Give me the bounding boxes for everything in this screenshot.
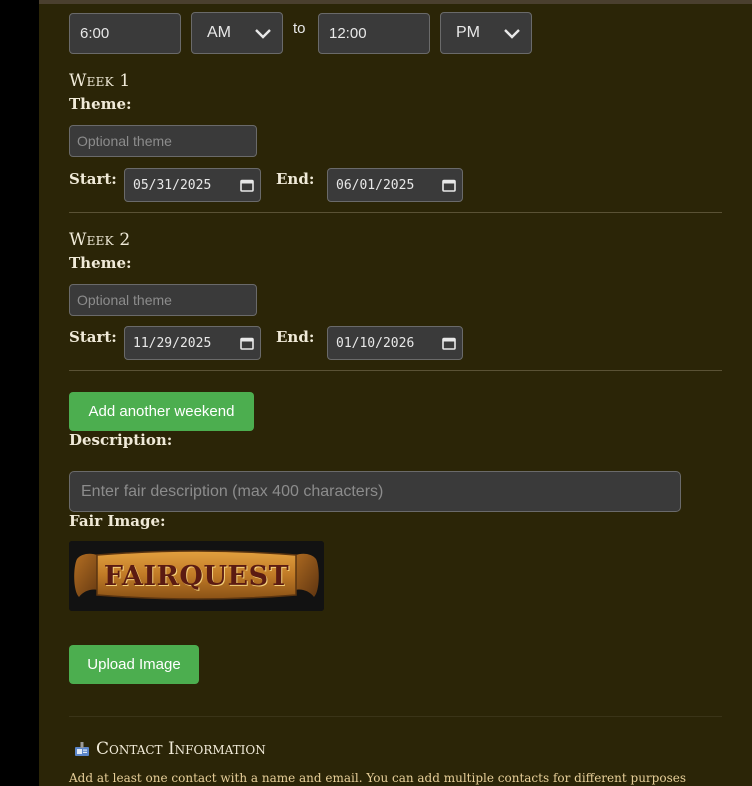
fair-image-preview: FAIRQUEST [69, 541, 324, 611]
week-2-start-date[interactable]: 11/29/2025 [124, 326, 261, 360]
week-2-end-date[interactable]: 01/10/2026 [327, 326, 463, 360]
end-time-value: 12:00 [329, 25, 367, 42]
chevron-down-icon [255, 29, 271, 39]
week-2-end-date-value: 01/10/2026 [336, 335, 415, 351]
start-period-select[interactable]: AM [191, 12, 283, 54]
fairquest-logo-text: FAIRQUEST [103, 560, 290, 592]
week-2-theme-label: Theme: [69, 254, 132, 272]
add-weekend-button-label: Add another weekend [88, 403, 235, 420]
chevron-down-icon [504, 29, 520, 39]
contact-section-description: Add at least one contact with a name and… [69, 771, 686, 785]
week-1-end-date[interactable]: 06/01/2025 [327, 168, 463, 202]
add-weekend-button[interactable]: Add another weekend [69, 392, 254, 431]
description-input[interactable]: Enter fair description (max 400 characte… [69, 471, 681, 512]
calendar-icon[interactable] [240, 178, 254, 192]
start-time-input[interactable]: 6:00 [69, 13, 181, 54]
start-time-value: 6:00 [80, 25, 110, 42]
week-2-end-label: End: [276, 328, 315, 346]
week-1-theme-input[interactable]: Optional theme [69, 125, 257, 157]
calendar-icon[interactable] [442, 178, 456, 192]
week-1-start-date-value: 05/31/2025 [133, 177, 212, 193]
end-period-value: PM [456, 24, 480, 41]
upload-image-button-label: Upload Image [87, 656, 181, 673]
end-period-select[interactable]: PM [440, 12, 532, 54]
calendar-icon[interactable] [442, 336, 456, 350]
week-2-theme-placeholder: Optional theme [77, 292, 172, 308]
upload-image-button[interactable]: Upload Image [69, 645, 199, 684]
contact-section-title-text: Contact Information [96, 739, 266, 759]
week-1-theme-placeholder: Optional theme [77, 133, 172, 149]
week-1-start-date[interactable]: 05/31/2025 [124, 168, 261, 202]
week-1-end-label: End: [276, 170, 315, 188]
contact-divider [69, 716, 722, 717]
week-2-theme-input[interactable]: Optional theme [69, 284, 257, 316]
time-separator: to [293, 20, 306, 37]
description-label: Description: [69, 431, 173, 449]
week-2-title: Week 2 [69, 230, 131, 250]
week-2-divider [69, 370, 722, 371]
calendar-icon[interactable] [240, 336, 254, 350]
week-2-start-date-value: 11/29/2025 [133, 335, 212, 351]
description-placeholder: Enter fair description (max 400 characte… [81, 482, 384, 500]
week-1-title: Week 1 [69, 71, 131, 91]
week-1-end-date-value: 06/01/2025 [336, 177, 415, 193]
week-1-divider [69, 212, 722, 213]
fair-image-label: Fair Image: [69, 512, 166, 530]
week-1-start-label: Start: [69, 170, 117, 188]
left-sidebar-strip [0, 0, 39, 786]
end-time-input[interactable]: 12:00 [318, 13, 430, 54]
contact-card-icon [75, 742, 89, 756]
week-1-theme-label: Theme: [69, 95, 132, 113]
start-period-value: AM [207, 24, 231, 41]
contact-section-title: Contact Information [74, 738, 266, 760]
week-2-start-label: Start: [69, 328, 117, 346]
